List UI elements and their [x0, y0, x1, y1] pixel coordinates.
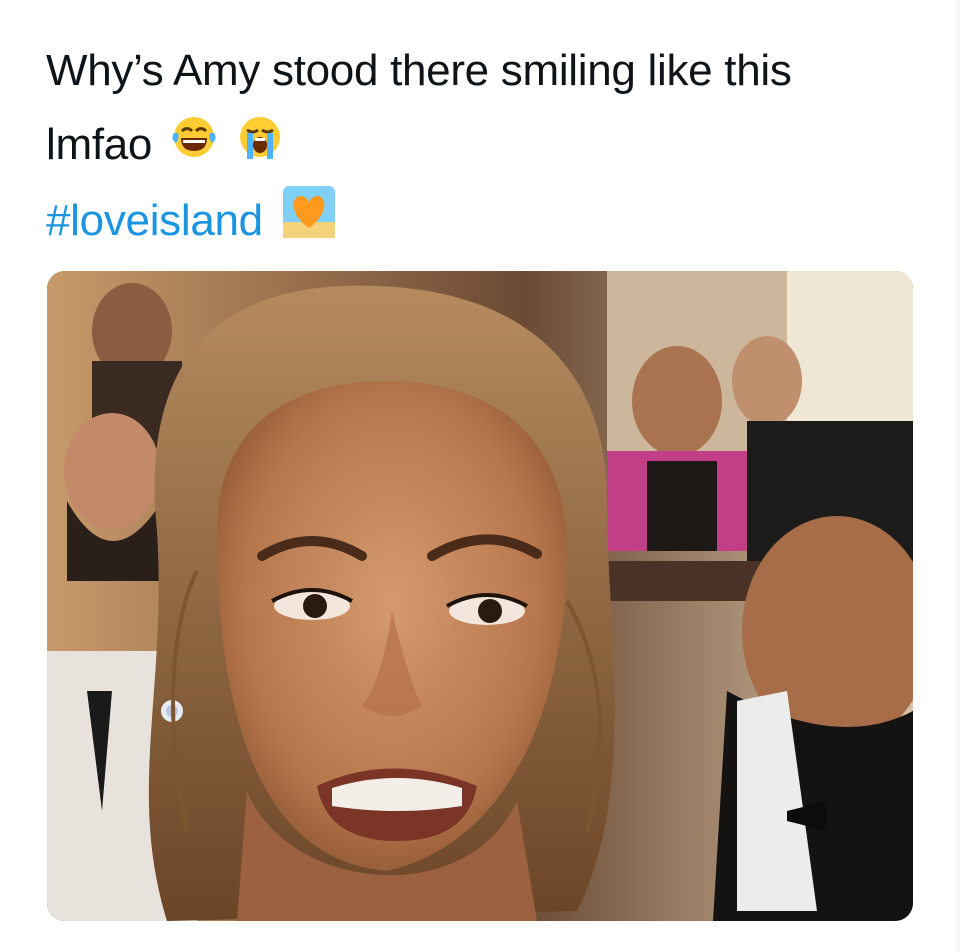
crying-woman-photo	[47, 271, 913, 921]
tweet-line-3: #loveisland	[46, 184, 926, 263]
tweet-line-1: Why’s Amy stood there smiling like this	[46, 46, 792, 95]
hashtag-link[interactable]: #loveisland	[46, 197, 263, 246]
tweet-photo[interactable]	[47, 271, 913, 921]
loudly-crying-face-icon	[236, 110, 284, 184]
tweet-line-2-text: lmfao	[46, 120, 153, 169]
tweet-text: Why’s Amy stood there smiling like this …	[46, 34, 926, 263]
orange-heart-beach-icon	[281, 184, 337, 263]
page-edge	[954, 0, 960, 952]
tweet-line-2: lmfao	[46, 108, 926, 184]
face-with-tears-of-joy-icon	[170, 110, 218, 184]
